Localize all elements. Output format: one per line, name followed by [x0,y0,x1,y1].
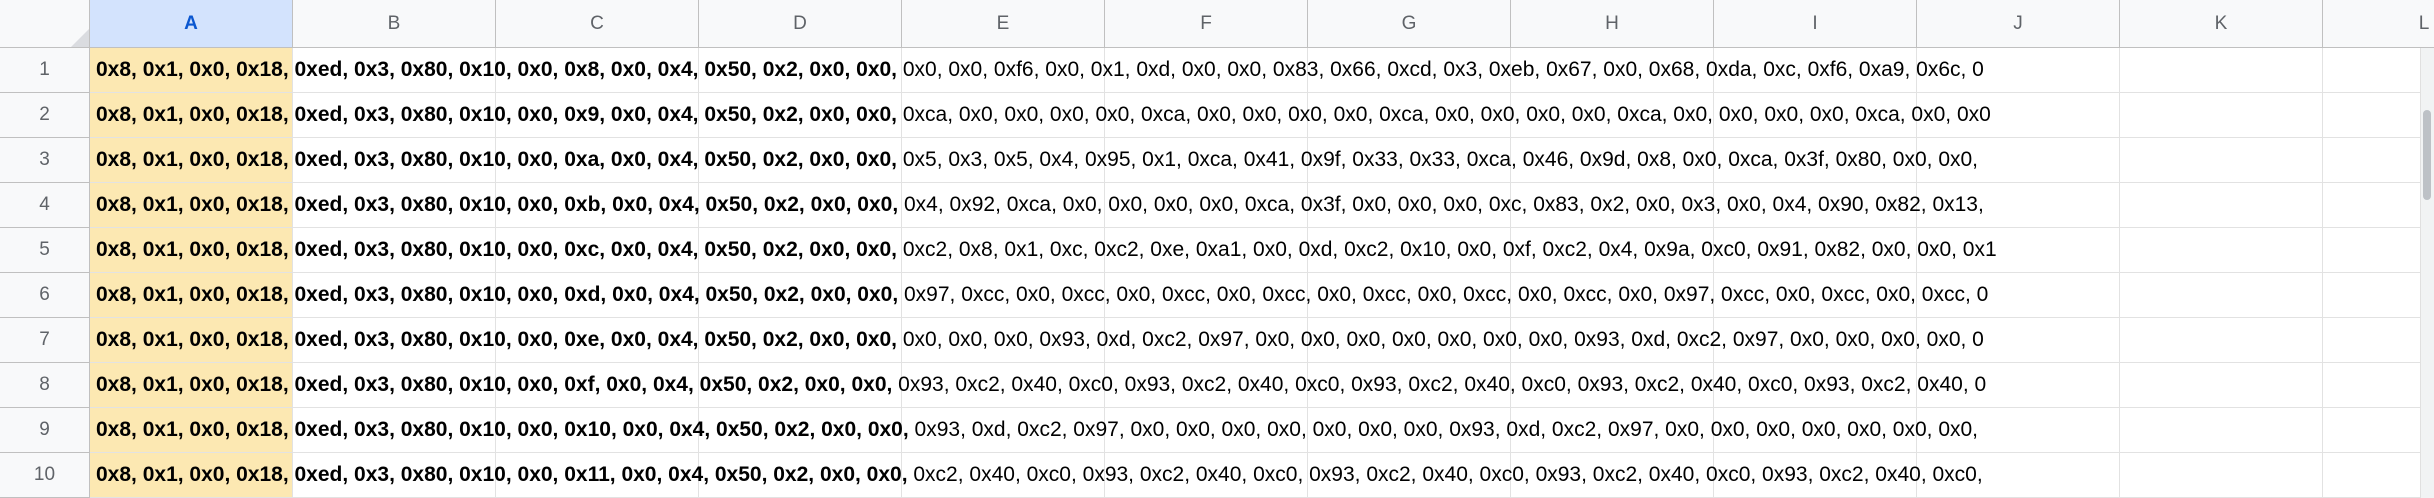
column-header-g[interactable]: G [1308,0,1511,47]
cell-bold-text: 0x8, 0x1, 0x0, 0x18, 0xed, 0x3, 0x80, 0x… [96,193,899,216]
table-row: 0x8, 0x1, 0x0, 0x18, 0xed, 0x3, 0x80, 0x… [90,408,2434,452]
row-header[interactable]: 9 [0,408,89,453]
cell-bold-text: 0x8, 0x1, 0x0, 0x18, 0xed, 0x3, 0x80, 0x… [96,328,898,351]
row-header[interactable]: 10 [0,453,89,498]
cell-grid: 0x8, 0x1, 0x0, 0x18, 0xed, 0x3, 0x80, 0x… [90,48,2434,498]
cell-overflow-text: 0xc2, 0x8, 0x1, 0xc, 0xc2, 0xe, 0xa1, 0x… [897,238,1997,261]
spreadsheet: A B C D E F G H I J K L 1 2 3 4 5 6 7 8 … [0,0,2434,498]
vertical-scrollbar[interactable] [2420,48,2434,498]
cell-bold-text: 0x8, 0x1, 0x0, 0x18, 0xed, 0x3, 0x80, 0x… [96,103,898,126]
column-header-j[interactable]: J [1917,0,2120,47]
column-header-b[interactable]: B [293,0,496,47]
cell-overflow-text: 0x93, 0xd, 0xc2, 0x97, 0x0, 0x0, 0x0, 0x… [908,418,1979,441]
cell-a8[interactable]: 0x8, 0x1, 0x0, 0x18, 0xed, 0x3, 0x80, 0x… [96,363,1986,407]
cell-a2[interactable]: 0x8, 0x1, 0x0, 0x18, 0xed, 0x3, 0x80, 0x… [96,93,1991,137]
scrollbar-thumb[interactable] [2423,110,2431,200]
cell-bold-text: 0x8, 0x1, 0x0, 0x18, 0xed, 0x3, 0x80, 0x… [96,58,898,81]
cell-bold-text: 0x8, 0x1, 0x0, 0x18, 0xed, 0x3, 0x80, 0x… [96,463,908,486]
cell-overflow-text: 0xca, 0x0, 0x0, 0x0, 0x0, 0xca, 0x0, 0x0… [897,103,1991,126]
cell-bold-text: 0x8, 0x1, 0x0, 0x18, 0xed, 0x3, 0x80, 0x… [96,283,899,306]
row-headers: 1 2 3 4 5 6 7 8 9 10 [0,48,90,498]
cell-bold-text: 0x8, 0x1, 0x0, 0x18, 0xed, 0x3, 0x80, 0x… [96,238,898,261]
cell-overflow-text: 0x97, 0xcc, 0x0, 0xcc, 0x0, 0xcc, 0x0, 0… [898,283,1989,306]
cell-a6[interactable]: 0x8, 0x1, 0x0, 0x18, 0xed, 0x3, 0x80, 0x… [96,273,1988,317]
row-header[interactable]: 4 [0,183,89,228]
table-row: 0x8, 0x1, 0x0, 0x18, 0xed, 0x3, 0x80, 0x… [90,273,2434,317]
cell-overflow-text: 0xc2, 0x40, 0xc0, 0x93, 0xc2, 0x40, 0xc0… [907,463,1983,486]
cell-a7[interactable]: 0x8, 0x1, 0x0, 0x18, 0xed, 0x3, 0x80, 0x… [96,318,1984,362]
table-row: 0x8, 0x1, 0x0, 0x18, 0xed, 0x3, 0x80, 0x… [90,363,2434,407]
column-header-h[interactable]: H [1511,0,1714,47]
cell-bold-text: 0x8, 0x1, 0x0, 0x18, 0xed, 0x3, 0x80, 0x… [96,373,893,396]
table-row: 0x8, 0x1, 0x0, 0x18, 0xed, 0x3, 0x80, 0x… [90,183,2434,227]
column-header-l[interactable]: L [2323,0,2434,47]
column-headers: A B C D E F G H I J K L [90,0,2434,48]
column-header-a[interactable]: A [90,0,293,47]
row-header[interactable]: 2 [0,93,89,138]
row-header[interactable]: 7 [0,318,89,363]
row-header[interactable]: 1 [0,48,89,93]
cell-bold-text: 0x8, 0x1, 0x0, 0x18, 0xed, 0x3, 0x80, 0x… [96,418,909,441]
table-row: 0x8, 0x1, 0x0, 0x18, 0xed, 0x3, 0x80, 0x… [90,48,2434,92]
table-row: 0x8, 0x1, 0x0, 0x18, 0xed, 0x3, 0x80, 0x… [90,228,2434,272]
column-header-f[interactable]: F [1105,0,1308,47]
cell-overflow-text: 0x5, 0x3, 0x5, 0x4, 0x95, 0x1, 0xca, 0x4… [897,148,1979,171]
cell-a1[interactable]: 0x8, 0x1, 0x0, 0x18, 0xed, 0x3, 0x80, 0x… [96,48,1984,92]
table-row: 0x8, 0x1, 0x0, 0x18, 0xed, 0x3, 0x80, 0x… [90,93,2434,137]
cell-a3[interactable]: 0x8, 0x1, 0x0, 0x18, 0xed, 0x3, 0x80, 0x… [96,138,1978,182]
column-header-i[interactable]: I [1714,0,1917,47]
cell-overflow-text: 0x0, 0x0, 0x0, 0x93, 0xd, 0xc2, 0x97, 0x… [897,328,1984,351]
column-header-e[interactable]: E [902,0,1105,47]
cell-a4[interactable]: 0x8, 0x1, 0x0, 0x18, 0xed, 0x3, 0x80, 0x… [96,183,1984,227]
row-header[interactable]: 6 [0,273,89,318]
column-header-d[interactable]: D [699,0,902,47]
select-all-corner[interactable] [0,0,90,48]
cell-bold-text: 0x8, 0x1, 0x0, 0x18, 0xed, 0x3, 0x80, 0x… [96,148,898,171]
table-row: 0x8, 0x1, 0x0, 0x18, 0xed, 0x3, 0x80, 0x… [90,138,2434,182]
cell-overflow-text: 0x0, 0x0, 0xf6, 0x0, 0x1, 0xd, 0x0, 0x0,… [897,58,1984,81]
table-row: 0x8, 0x1, 0x0, 0x18, 0xed, 0x3, 0x80, 0x… [90,318,2434,362]
row-header[interactable]: 8 [0,363,89,408]
cell-a9[interactable]: 0x8, 0x1, 0x0, 0x18, 0xed, 0x3, 0x80, 0x… [96,408,1978,452]
cell-overflow-text: 0x93, 0xc2, 0x40, 0xc0, 0x93, 0xc2, 0x40… [892,373,1987,396]
cell-a10[interactable]: 0x8, 0x1, 0x0, 0x18, 0xed, 0x3, 0x80, 0x… [96,453,1983,497]
row-header[interactable]: 3 [0,138,89,183]
table-row: 0x8, 0x1, 0x0, 0x18, 0xed, 0x3, 0x80, 0x… [90,453,2434,497]
column-header-k[interactable]: K [2120,0,2323,47]
cell-overflow-text: 0x4, 0x92, 0xca, 0x0, 0x0, 0x0, 0x0, 0xc… [898,193,1984,216]
column-header-c[interactable]: C [496,0,699,47]
row-header[interactable]: 5 [0,228,89,273]
cell-a5[interactable]: 0x8, 0x1, 0x0, 0x18, 0xed, 0x3, 0x80, 0x… [96,228,1997,272]
